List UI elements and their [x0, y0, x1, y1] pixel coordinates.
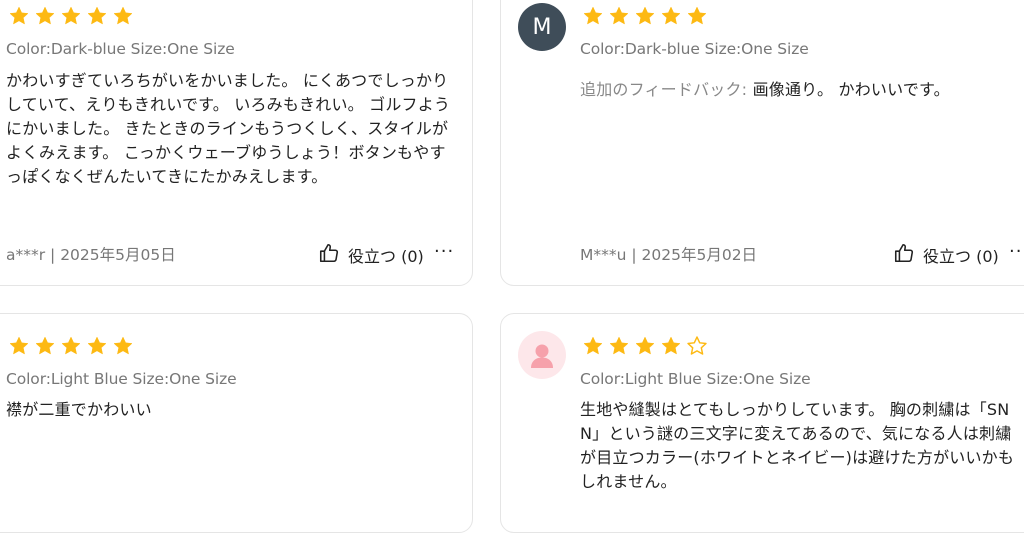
- thumbs-up-icon: [318, 242, 340, 268]
- user-avatar: M: [518, 3, 566, 51]
- review-variant: Color:Light Blue Size:One Size: [580, 370, 811, 388]
- user-avatar-icon: [518, 331, 566, 379]
- helpful-button[interactable]: 役立つ (0): [318, 242, 424, 268]
- star-filled-icon: [582, 5, 604, 27]
- additional-feedback-label: 追加のフィードバック:: [580, 80, 748, 99]
- review-variant: Color:Light Blue Size:One Size: [6, 370, 237, 388]
- star-rating: [582, 5, 708, 27]
- more-options-button[interactable]: ···: [1009, 241, 1024, 262]
- star-filled-icon: [634, 5, 656, 27]
- star-filled-icon: [86, 5, 108, 27]
- star-filled-icon: [608, 335, 630, 357]
- review-text: 襟が二重でかわいい: [6, 400, 152, 419]
- star-filled-icon: [582, 335, 604, 357]
- helpful-label: 役立つ (0): [923, 247, 999, 266]
- star-filled-icon: [34, 5, 56, 27]
- review-author-date: a***r | 2025年5月05日: [6, 246, 176, 264]
- review-variant: Color:Dark-blue Size:One Size: [580, 40, 809, 58]
- star-filled-icon: [608, 5, 630, 27]
- star-rating: [8, 5, 134, 27]
- star-filled-icon: [8, 5, 30, 27]
- review-text: 生地や縫製はとてもしっかりしています。 胸の刺繍は「SNN」という謎の三文字に変…: [580, 400, 1015, 491]
- star-filled-icon: [86, 335, 108, 357]
- star-filled-icon: [60, 335, 82, 357]
- star-filled-icon: [660, 335, 682, 357]
- star-filled-icon: [34, 335, 56, 357]
- review-text-block: 追加のフィードバック: 画像通り。 かわいいです。: [580, 78, 1010, 102]
- more-options-button[interactable]: ···: [434, 241, 454, 262]
- star-filled-icon: [8, 335, 30, 357]
- star-filled-icon: [112, 335, 134, 357]
- star-empty-icon: [686, 335, 708, 357]
- review-text: 画像通り。 かわいいです。: [747, 80, 950, 99]
- star-filled-icon: [60, 5, 82, 27]
- helpful-button[interactable]: 役立つ (0): [893, 242, 999, 268]
- review-variant: Color:Dark-blue Size:One Size: [6, 40, 235, 58]
- star-rating: [8, 335, 134, 357]
- star-filled-icon: [660, 5, 682, 27]
- review-text: かわいすぎていろちがいをかいました。 にくあつでしっかりしていて、えりもきれいで…: [6, 71, 451, 186]
- star-filled-icon: [634, 335, 656, 357]
- helpful-label: 役立つ (0): [348, 247, 424, 266]
- review-author-date: M***u | 2025年5月02日: [580, 246, 758, 264]
- thumbs-up-icon: [893, 242, 915, 268]
- star-rating: [582, 335, 708, 357]
- star-filled-icon: [686, 5, 708, 27]
- star-filled-icon: [112, 5, 134, 27]
